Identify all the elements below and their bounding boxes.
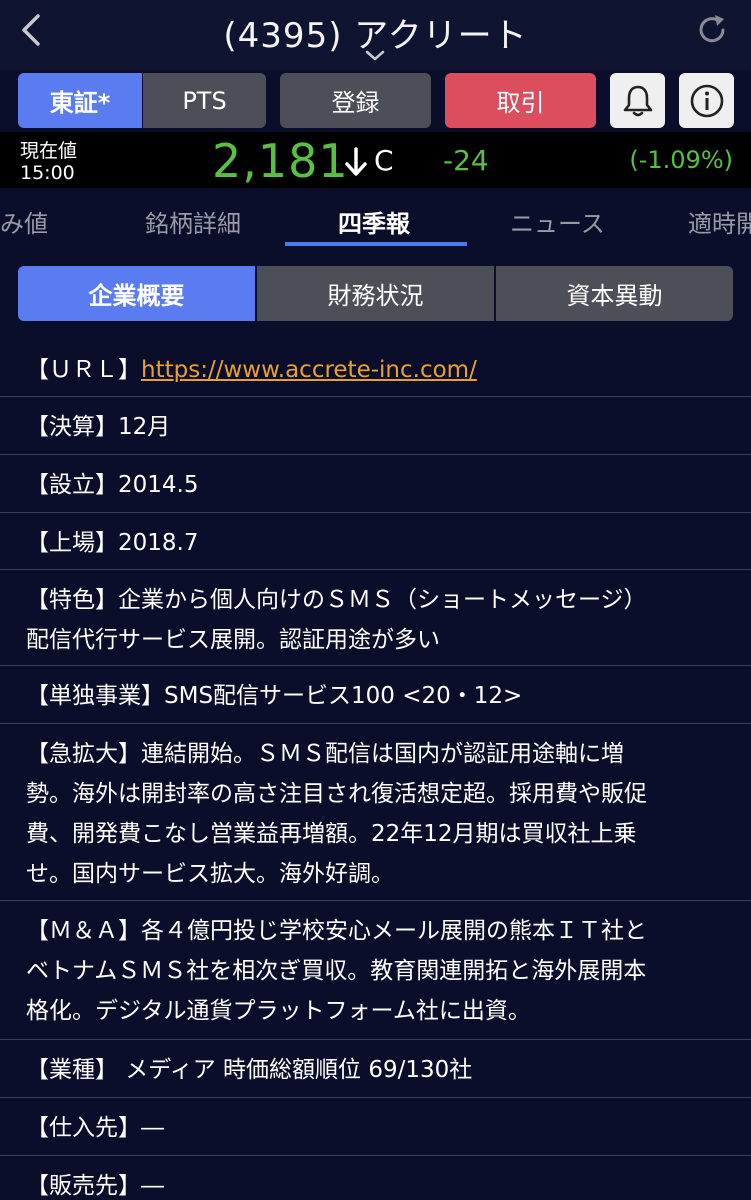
tab-shikiho[interactable]: 四季報	[338, 204, 410, 239]
active-tab-indicator	[285, 242, 467, 246]
action-button-row: 東証* PTS 登録 取引	[0, 73, 751, 130]
industry-text: 【業種】 メディア 時価総額順位 69/130社	[26, 1057, 473, 1083]
list-item-business: 【単独事業】SMS配信サービス100 <20・12>	[0, 666, 751, 724]
list-item-settlement: 【決算】12月	[0, 397, 751, 455]
founded-text: 【設立】2014.5	[26, 472, 199, 498]
list-item-ma: 【Ｍ＆Ａ】各４億円投じ学校安心メール展開の熊本ＩＴ社と ベトナムＳＭＳ社を相次ぎ…	[0, 901, 751, 1040]
tab-quotes[interactable]: み値	[0, 204, 48, 239]
ma-line-1: 【Ｍ＆Ａ】各４億円投じ学校安心メール展開の熊本ＩＴ社と	[26, 918, 647, 944]
outlook-line-4: せ。国内サービス拡大。海外好調。	[26, 861, 394, 887]
feature-line-1: 【特色】企業から個人向けのＳＭＳ（ショートメッセージ）	[26, 587, 647, 613]
listed-text: 【上場】2018.7	[26, 530, 199, 556]
info-icon	[690, 84, 723, 117]
price-change-percent: (-1.09%)	[629, 146, 733, 174]
business-text: 【単独事業】SMS配信サービス100 <20・12>	[26, 683, 523, 709]
outlook-line-2: 勢。海外は開封率の高さ注目され復活想定超。採用費や販促	[26, 781, 647, 807]
subtab-company-overview[interactable]: 企業概要	[18, 266, 255, 321]
current-price: 2,181	[212, 134, 349, 188]
subtab-financial-status[interactable]: 財務状況	[257, 266, 494, 321]
market-tosho-button[interactable]: 東証*	[18, 73, 142, 128]
tab-stock-detail[interactable]: 銘柄詳細	[145, 204, 241, 239]
subtab-bar: 企業概要 財務状況 資本異動	[18, 266, 733, 321]
bell-icon	[623, 85, 652, 116]
list-item-url: 【ＵＲＬ】https://www.accrete-inc.com/	[0, 340, 751, 397]
url-key: 【ＵＲＬ】	[26, 357, 141, 383]
tab-timely-disclosure[interactable]: 適時開	[688, 204, 751, 239]
down-arrow-icon	[345, 147, 367, 176]
list-item-feature: 【特色】企業から個人向けのＳＭＳ（ショートメッセージ） 配信代行サービス展開。認…	[0, 570, 751, 666]
list-item-industry: 【業種】 メディア 時価総額順位 69/130社	[0, 1040, 751, 1098]
price-time: 15:00	[20, 162, 75, 184]
list-item-outlook: 【急拡大】連結開始。ＳＭＳ配信は国内が認証用途軸に増 勢。海外は開封率の高さ注目…	[0, 724, 751, 901]
tab-news[interactable]: ニュース	[510, 204, 605, 239]
list-item-listed: 【上場】2018.7	[0, 513, 751, 570]
tab-bar: み値 銘柄詳細 四季報 ニュース 適時開	[0, 190, 751, 248]
settlement-text: 【決算】12月	[26, 414, 171, 440]
close-mark: C	[374, 144, 394, 177]
list-item-supplier: 【仕入先】―	[0, 1098, 751, 1156]
app-header: (4395) アクリート	[0, 0, 751, 70]
market-pts-button[interactable]: PTS	[143, 73, 266, 128]
list-item-customer: 【販売先】―	[0, 1156, 751, 1200]
price-bar: 現在値 15:00 2,181 C -24 (-1.09%)	[0, 132, 751, 188]
register-button[interactable]: 登録	[280, 73, 431, 128]
ma-line-2: ベトナムＳＭＳ社を相次ぎ買収。教育関連開拓と海外展開本	[26, 958, 647, 984]
trade-button[interactable]: 取引	[445, 73, 596, 128]
customer-text: 【販売先】―	[26, 1173, 164, 1199]
list-item-founded: 【設立】2014.5	[0, 455, 751, 513]
supplier-text: 【仕入先】―	[26, 1115, 164, 1141]
refresh-icon[interactable]	[694, 12, 730, 48]
info-button[interactable]	[679, 73, 734, 128]
chevron-down-icon[interactable]	[362, 48, 388, 64]
outlook-line-3: 費、開発費こなし営業益再増額。22年12月期は買収社上乗	[26, 821, 637, 847]
outlook-line-1: 【急拡大】連結開始。ＳＭＳ配信は国内が認証用途軸に増	[26, 741, 624, 767]
price-change: -24	[443, 144, 489, 177]
subtab-capital-changes[interactable]: 資本異動	[496, 266, 733, 321]
company-url-link[interactable]: https://www.accrete-inc.com/	[141, 357, 477, 383]
alert-button[interactable]	[610, 73, 665, 128]
feature-line-2: 配信代行サービス展開。認証用途が多い	[26, 627, 440, 653]
ma-line-3: 格化。デジタル通貨プラットフォーム社に出資。	[26, 998, 531, 1024]
current-price-label: 現在値	[20, 140, 78, 162]
